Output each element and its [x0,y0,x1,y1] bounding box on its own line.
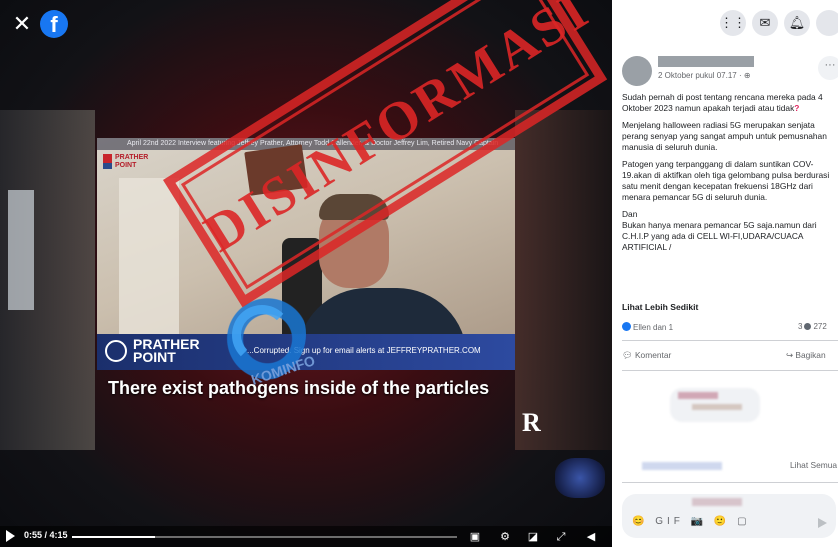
comment-button[interactable]: 💬︎ Komentar [622,350,671,361]
video-player[interactable]: ✕ f April 22nd 2022 Interview featuring … [0,0,612,547]
logo-mark-red [103,154,112,163]
comment-tools[interactable]: 😊 GIF 📷 🙂 ▢ [632,516,751,527]
post-actions: 💬︎ Komentar ↪ Bagikan [622,348,838,364]
comment-input[interactable]: 😊 GIF 📷 🙂 ▢ [622,494,836,538]
miniplayer-icon[interactable]: ◪ [526,530,540,544]
video-window [8,190,34,310]
post-paragraph: Bukan hanya menara pemancar 5G saja.namu… [622,220,817,252]
logo-mark-blue [103,163,112,169]
post-panel: ⋮⋮ ✉ 🔔︎ 2 Oktober pukul 07.17 · ⊕ ··· Su… [612,0,838,547]
red-question-mark: ? [794,103,800,113]
comment-text-redacted [692,404,742,410]
author-avatar[interactable] [622,56,652,86]
comment-bubble [670,388,760,422]
video-time: 0:55 / 4:15 [24,530,68,540]
progress-bar[interactable] [72,536,457,538]
post-stats[interactable]: 3 272 [798,322,827,331]
comment-author-redacted [678,392,718,399]
author-name-redacted[interactable] [658,56,754,67]
post-text: Sudah pernah di post tentang rencana mer… [622,92,834,259]
channel-corner-logo: R [522,408,541,437]
video-room-right [515,110,612,450]
bell-icon[interactable]: 🔔︎ [784,10,810,36]
lower-third-logo-icon [105,340,127,362]
comment-icon [804,323,812,330]
reaction-bar: Ellen dan 1 3 272 [622,320,834,334]
see-less-link[interactable]: Lihat Lebih Sedikit [622,302,698,312]
comment-input-text-redacted [692,498,742,506]
divider [622,482,838,483]
video-hands [555,458,605,498]
lower-third-brand: PRATHER POINT [133,336,200,365]
play-icon[interactable] [6,530,15,542]
top-nav: ⋮⋮ ✉ 🔔︎ [612,0,838,44]
reaction-summary[interactable]: Ellen dan 1 [622,322,673,332]
share-button[interactable]: ↪ Bagikan [786,350,826,360]
see-all-comments-link[interactable]: Lihat Semua [790,460,837,470]
kominfo-logo-inner [232,305,292,365]
volume-icon[interactable]: ◀ [584,530,598,544]
account-icon[interactable] [816,10,838,36]
fullscreen-icon[interactable]: ⤢ [554,530,568,544]
captions-icon[interactable]: ▣ [468,530,482,544]
messenger-icon[interactable]: ✉ [752,10,778,36]
logo-text: PRATHER POINT [115,154,149,169]
post-header: 2 Oktober pukul 07.17 · ⊕ ··· [622,54,838,88]
prather-point-logo: PRATHER POINT [103,152,163,174]
menu-grid-icon[interactable]: ⋮⋮ [720,10,746,36]
facebook-logo[interactable]: f [40,10,68,38]
send-icon[interactable] [818,518,827,528]
progress-fill [72,536,156,538]
video-subtitle: There exist pathogens inside of the part… [108,378,490,398]
divider [622,370,838,371]
video-controls: 0:55 / 4:15 ▣ ⚙ ◪ ⤢ ◀ [0,526,612,547]
divider [622,340,838,341]
settings-icon[interactable]: ⚙ [498,530,512,544]
post-paragraph: Menjelang halloween radiasi 5G merupakan… [622,120,827,152]
close-button[interactable]: ✕ [12,13,32,35]
like-icon [622,322,631,331]
comment-link-redacted [642,462,722,470]
post-paragraph: Dan [622,209,638,219]
post-paragraph: Patogen yang terpanggang di dalam suntik… [622,159,830,202]
post-paragraph: Sudah pernah di post tentang rencana mer… [622,92,823,113]
post-options-button[interactable]: ··· [818,56,838,80]
post-date[interactable]: 2 Oktober pukul 07.17 · ⊕ [658,71,751,80]
